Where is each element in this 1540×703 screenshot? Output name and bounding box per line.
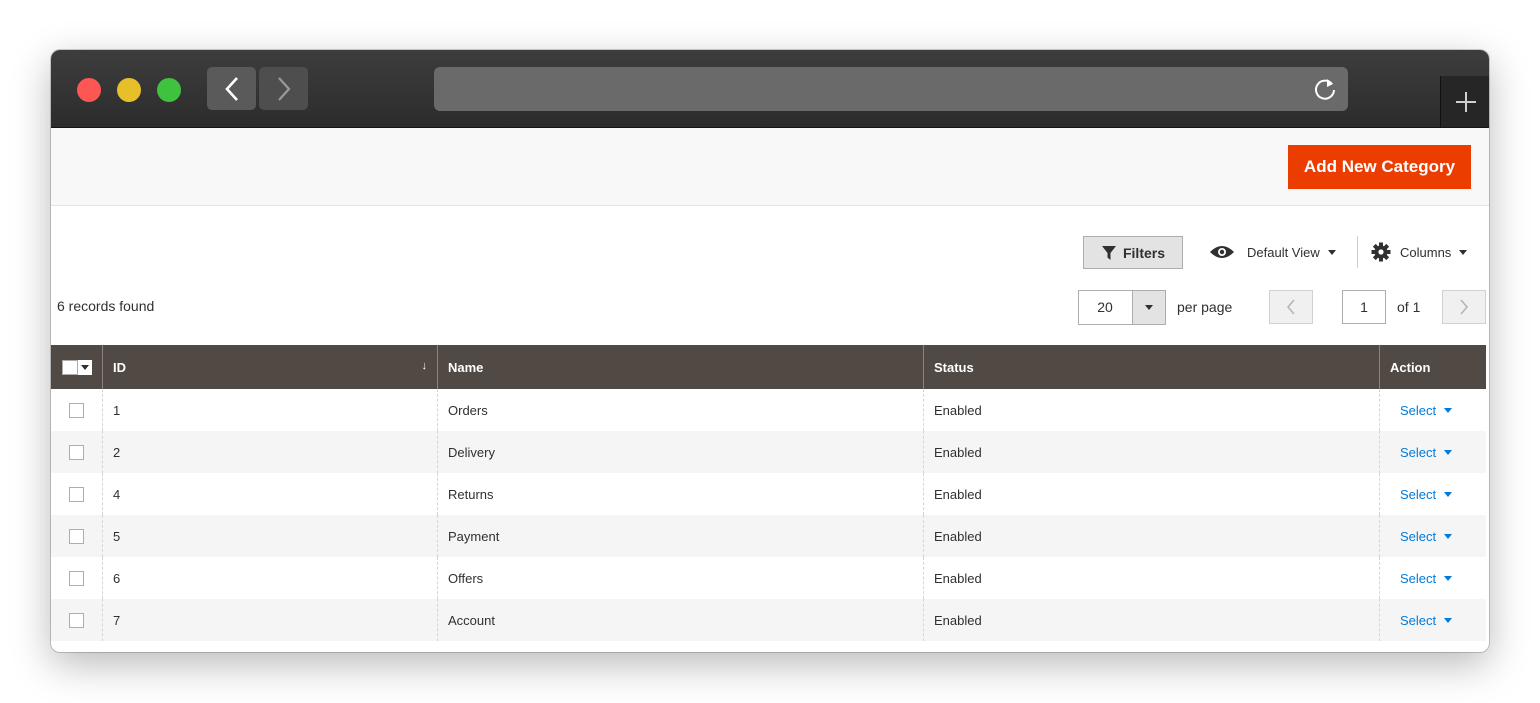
row-action-select[interactable]: Select xyxy=(1400,528,1453,544)
column-header-id-label: ID xyxy=(113,359,126,375)
address-bar[interactable] xyxy=(434,67,1348,111)
minimize-window-button[interactable] xyxy=(117,78,141,102)
row-checkbox[interactable] xyxy=(69,402,84,418)
cell-name: Account xyxy=(437,599,924,641)
row-checkbox[interactable] xyxy=(69,570,84,586)
next-page-button[interactable] xyxy=(1442,290,1486,324)
row-action-label: Select xyxy=(1400,402,1437,418)
chevron-down-icon xyxy=(1444,491,1453,497)
cell-id: 1 xyxy=(102,389,438,431)
cell-id: 6 xyxy=(102,557,438,599)
mass-action-toggle[interactable] xyxy=(77,359,92,375)
page-actions-bar: Add New Category xyxy=(51,128,1489,206)
row-action-select[interactable]: Select xyxy=(1400,402,1453,418)
chevron-down-icon xyxy=(1444,449,1453,455)
reload-icon[interactable] xyxy=(1312,76,1338,102)
chevron-down-icon xyxy=(1444,407,1453,413)
eye-icon xyxy=(1210,246,1234,258)
table-row[interactable]: 6 Offers Enabled Select xyxy=(51,557,1486,599)
back-button[interactable] xyxy=(207,67,256,110)
cell-id: 2 xyxy=(102,431,438,473)
mass-action-header xyxy=(51,345,103,389)
chevron-down-icon xyxy=(1444,617,1453,623)
chevron-down-icon xyxy=(1327,249,1336,255)
view-label: Default View xyxy=(1247,244,1320,260)
plus-icon xyxy=(1455,91,1476,112)
select-all-checkbox[interactable] xyxy=(61,359,78,375)
row-action-label: Select xyxy=(1400,528,1437,544)
row-action-select[interactable]: Select xyxy=(1400,486,1453,502)
chevron-down-icon xyxy=(1459,249,1468,255)
cell-name: Returns xyxy=(437,473,924,515)
per-page-label: per page xyxy=(1177,299,1233,315)
column-header-name[interactable]: Name xyxy=(437,345,924,389)
row-action-label: Select xyxy=(1400,486,1437,502)
add-new-category-button[interactable]: Add New Category xyxy=(1288,145,1471,189)
table-row[interactable]: 2 Delivery Enabled Select xyxy=(51,431,1486,473)
records-count: 6 records found xyxy=(57,298,155,314)
previous-page-button[interactable] xyxy=(1269,290,1313,324)
cell-status: Enabled xyxy=(923,557,1380,599)
row-checkbox[interactable] xyxy=(69,444,84,460)
row-action-select[interactable]: Select xyxy=(1400,570,1453,586)
columns-control[interactable]: Columns xyxy=(1371,240,1468,264)
browser-titlebar xyxy=(51,50,1489,128)
row-checkbox[interactable] xyxy=(69,612,84,628)
new-tab-button[interactable] xyxy=(1440,76,1489,127)
row-action-label: Select xyxy=(1400,570,1437,586)
table-row[interactable]: 1 Orders Enabled Select xyxy=(51,389,1486,431)
row-action-select[interactable]: Select xyxy=(1400,444,1453,460)
categories-grid: ID ↓ Name Status Action 1 Orders Enabled… xyxy=(51,345,1486,641)
total-pages-label: of 1 xyxy=(1397,299,1421,315)
cell-status: Enabled xyxy=(923,431,1380,473)
row-checkbox[interactable] xyxy=(69,528,84,544)
current-page-input[interactable]: 1 xyxy=(1342,290,1386,324)
row-checkbox[interactable] xyxy=(69,486,84,502)
cell-name: Delivery xyxy=(437,431,924,473)
chevron-right-icon xyxy=(277,76,290,101)
column-header-action: Action xyxy=(1379,345,1486,389)
cell-id: 4 xyxy=(102,473,438,515)
column-header-id[interactable]: ID ↓ xyxy=(102,345,438,389)
chevron-right-icon xyxy=(1460,299,1469,315)
gear-icon xyxy=(1371,242,1391,262)
chevron-down-icon xyxy=(1145,305,1153,310)
column-header-status[interactable]: Status xyxy=(923,345,1380,389)
chevron-left-icon xyxy=(1286,299,1295,315)
chevron-down-icon xyxy=(80,364,89,370)
view-switcher[interactable]: Default View xyxy=(1209,240,1336,264)
sort-desc-icon: ↓ xyxy=(421,359,428,372)
cell-status: Enabled xyxy=(923,599,1380,641)
per-page-value: 20 xyxy=(1097,299,1113,315)
cell-status: Enabled xyxy=(923,473,1380,515)
filters-button[interactable]: Filters xyxy=(1083,236,1183,269)
filter-icon xyxy=(1101,245,1116,260)
forward-button[interactable] xyxy=(259,67,308,110)
close-window-button[interactable] xyxy=(77,78,101,102)
table-row[interactable]: 4 Returns Enabled Select xyxy=(51,473,1486,515)
cell-name: Orders xyxy=(437,389,924,431)
grid-header-row: ID ↓ Name Status Action xyxy=(51,345,1486,389)
per-page-toggle[interactable] xyxy=(1132,291,1165,324)
cell-name: Payment xyxy=(437,515,924,557)
chevron-left-icon xyxy=(224,76,238,101)
table-row[interactable]: 7 Account Enabled Select xyxy=(51,599,1486,641)
cell-name: Offers xyxy=(437,557,924,599)
chevron-down-icon xyxy=(1444,533,1453,539)
cell-status: Enabled xyxy=(923,515,1380,557)
maximize-window-button[interactable] xyxy=(157,78,181,102)
table-row[interactable]: 5 Payment Enabled Select xyxy=(51,515,1486,557)
cell-status: Enabled xyxy=(923,389,1380,431)
row-action-label: Select xyxy=(1400,444,1437,460)
cell-id: 7 xyxy=(102,599,438,641)
row-action-select[interactable]: Select xyxy=(1400,612,1453,628)
toolbar-divider xyxy=(1357,236,1358,268)
cell-id: 5 xyxy=(102,515,438,557)
browser-window: Add New Category Filters Default View Co… xyxy=(51,50,1489,652)
per-page-select[interactable]: 20 xyxy=(1078,290,1166,325)
filters-label: Filters xyxy=(1122,244,1165,261)
row-action-label: Select xyxy=(1400,612,1437,628)
columns-label: Columns xyxy=(1400,244,1452,260)
chevron-down-icon xyxy=(1444,575,1453,581)
